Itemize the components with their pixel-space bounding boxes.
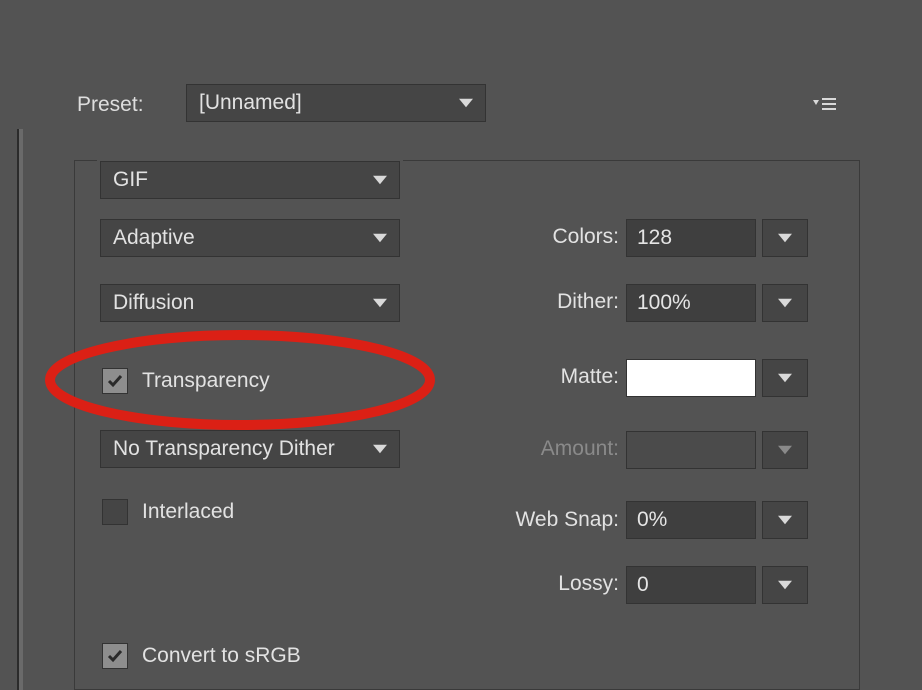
transparency-dither-dropdown[interactable]: No Transparency Dither — [100, 430, 400, 468]
lossy-label: Lossy: — [459, 572, 619, 596]
amount-input — [626, 431, 756, 469]
dither-amount-field: 100% — [626, 284, 808, 322]
colors-label: Colors: — [459, 225, 619, 249]
matte-label: Matte: — [459, 365, 619, 389]
interlaced-label: Interlaced — [142, 500, 234, 524]
chevron-down-icon — [371, 440, 389, 458]
chevron-down-icon — [371, 171, 389, 189]
interlaced-checkbox-row[interactable]: Interlaced — [102, 499, 234, 525]
preset-flyout-menu-button[interactable] — [806, 94, 842, 114]
dither-amount-label: Dither: — [459, 290, 619, 314]
color-reduction-dropdown[interactable]: Adaptive — [100, 219, 400, 257]
matte-color-swatch[interactable] — [626, 359, 756, 397]
preset-dropdown[interactable]: [Unnamed] — [186, 84, 486, 122]
colors-field: 128 — [626, 219, 808, 257]
panel-divider-highlight — [19, 129, 23, 690]
transparency-checkbox[interactable] — [102, 368, 128, 394]
amount-stepper — [762, 431, 808, 469]
colors-stepper[interactable] — [762, 219, 808, 257]
file-format-value: GIF — [113, 168, 148, 192]
convert-srgb-label: Convert to sRGB — [142, 644, 301, 668]
chevron-down-icon — [371, 294, 389, 312]
lossy-field: 0 — [626, 566, 808, 604]
color-reduction-value: Adaptive — [113, 226, 195, 250]
transparency-checkbox-row[interactable]: Transparency — [102, 368, 270, 394]
convert-srgb-checkbox[interactable] — [102, 643, 128, 669]
colors-input[interactable]: 128 — [626, 219, 756, 257]
dither-amount-input[interactable]: 100% — [626, 284, 756, 322]
chevron-down-icon — [457, 94, 475, 112]
preset-dropdown-value: [Unnamed] — [199, 91, 302, 115]
web-snap-field: 0% — [626, 501, 808, 539]
web-snap-input[interactable]: 0% — [626, 501, 756, 539]
web-snap-label: Web Snap: — [459, 508, 619, 532]
interlaced-checkbox[interactable] — [102, 499, 128, 525]
matte-stepper[interactable] — [762, 359, 808, 397]
file-format-dropdown[interactable]: GIF — [100, 161, 400, 199]
dither-algorithm-value: Diffusion — [113, 291, 194, 315]
transparency-dither-value: No Transparency Dither — [113, 437, 335, 461]
chevron-down-icon — [371, 229, 389, 247]
lossy-stepper[interactable] — [762, 566, 808, 604]
preset-label: Preset: — [77, 93, 144, 117]
amount-label: Amount: — [459, 437, 619, 461]
convert-srgb-checkbox-row[interactable]: Convert to sRGB — [102, 643, 301, 669]
dither-amount-stepper[interactable] — [762, 284, 808, 322]
matte-field — [626, 359, 808, 397]
transparency-label: Transparency — [142, 369, 270, 393]
amount-field — [626, 431, 808, 469]
dither-algorithm-dropdown[interactable]: Diffusion — [100, 284, 400, 322]
lossy-input[interactable]: 0 — [626, 566, 756, 604]
web-snap-stepper[interactable] — [762, 501, 808, 539]
